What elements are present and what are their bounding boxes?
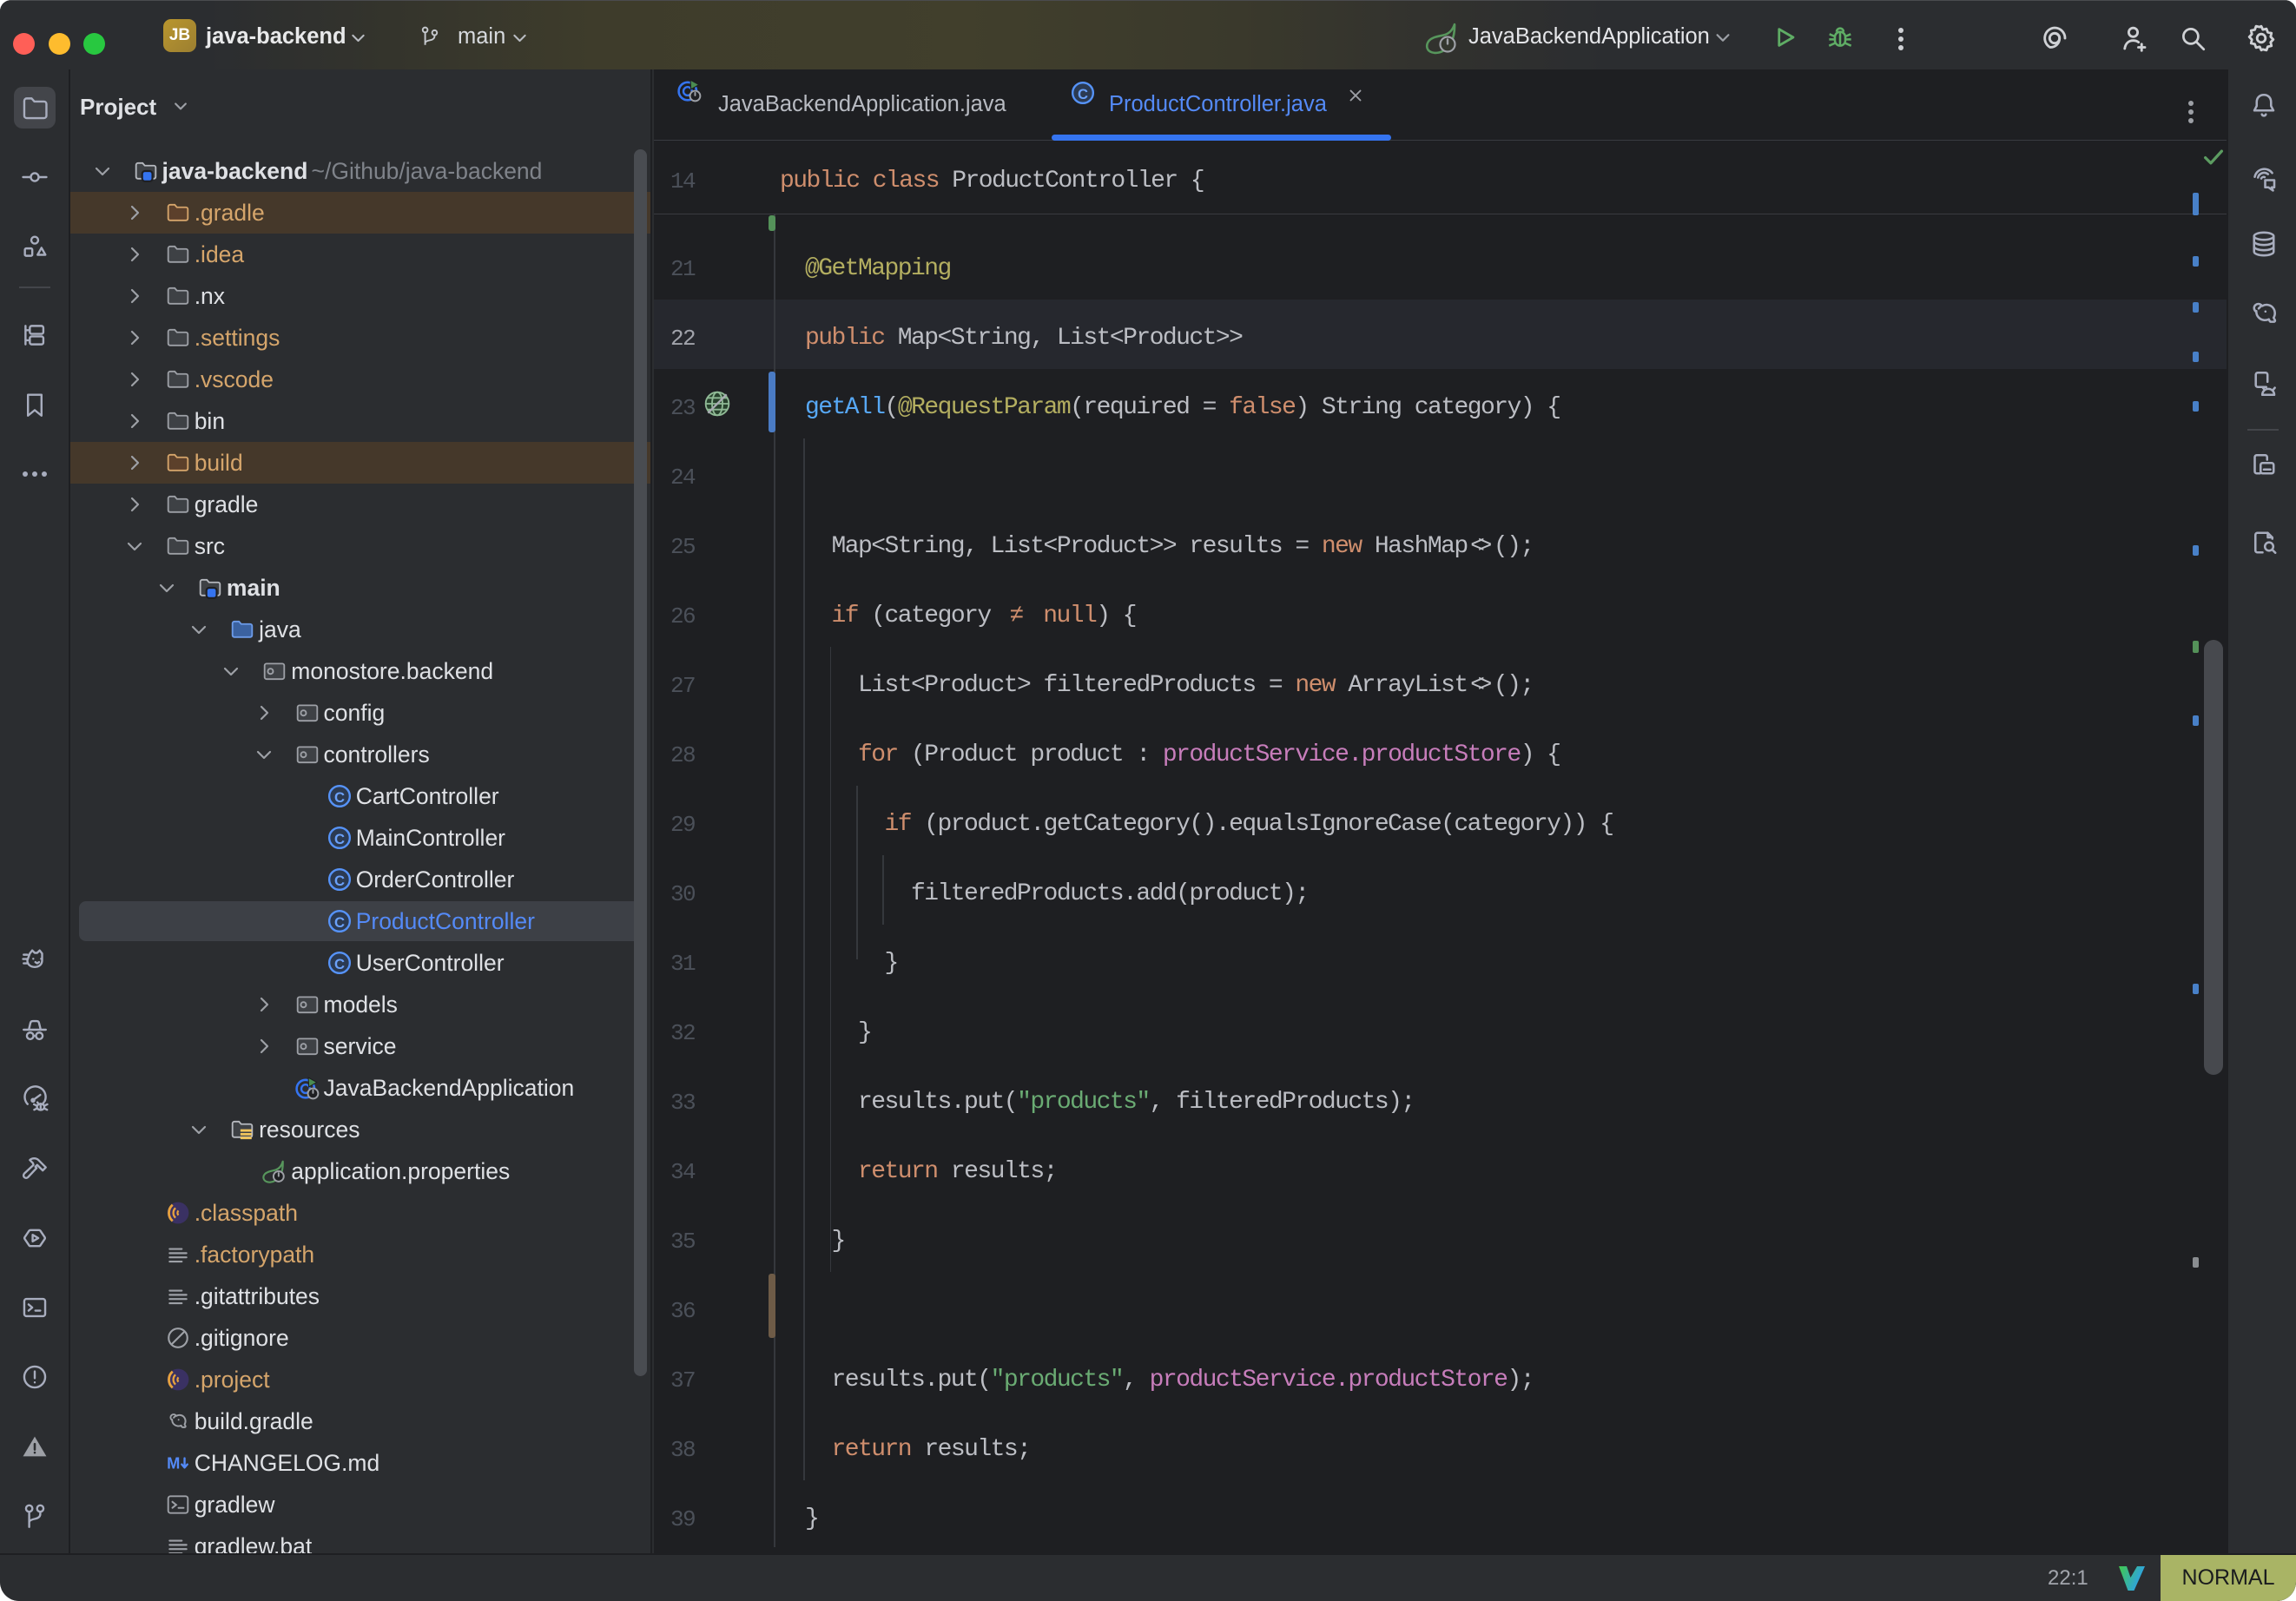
svg-text:C: C bbox=[334, 914, 345, 931]
svg-text:C: C bbox=[334, 956, 345, 972]
svg-text:M: M bbox=[167, 1453, 180, 1472]
svg-text:C: C bbox=[1078, 86, 1088, 102]
svg-text:C: C bbox=[334, 831, 345, 847]
svg-text:C: C bbox=[334, 873, 345, 889]
svg-text:C: C bbox=[334, 789, 345, 806]
